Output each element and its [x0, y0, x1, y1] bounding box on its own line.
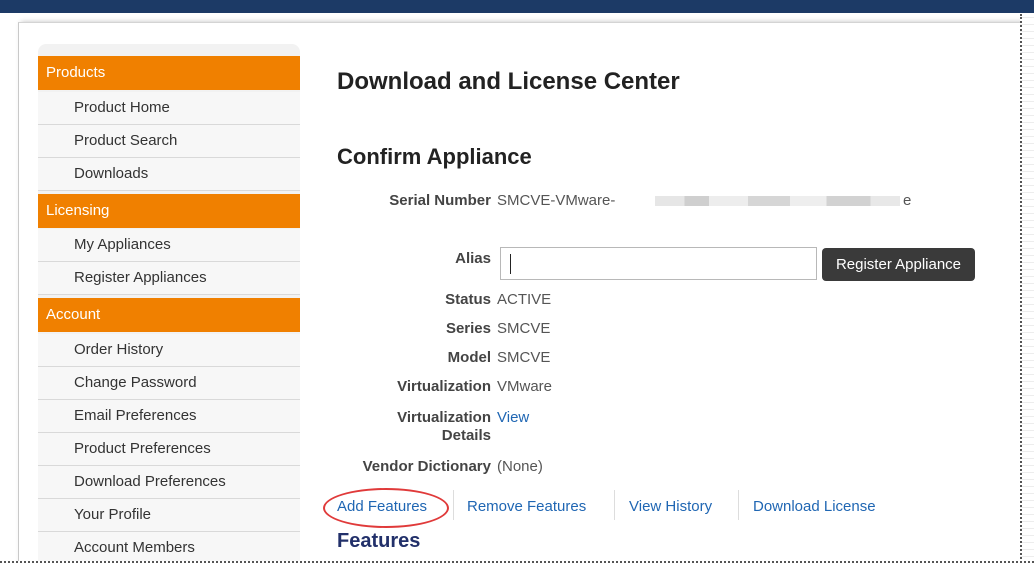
- register-appliance-button[interactable]: Register Appliance: [822, 248, 975, 281]
- view-history-link[interactable]: View History: [629, 498, 712, 515]
- highlight-circle: [323, 488, 449, 528]
- sidebar-section-account[interactable]: Account: [38, 298, 300, 332]
- serial-number-tail: e: [903, 192, 912, 209]
- sidebar-item-download-preferences[interactable]: Download Preferences: [38, 466, 300, 499]
- alias-input[interactable]: [500, 247, 817, 280]
- tab-divider: [453, 490, 454, 520]
- vendor-dictionary-label: Vendor Dictionary: [362, 458, 491, 475]
- status-label: Status: [445, 291, 491, 308]
- tab-divider: [614, 490, 615, 520]
- virtualization-details-view-link[interactable]: View: [497, 409, 529, 426]
- sidebar-section-licensing[interactable]: Licensing: [38, 194, 300, 228]
- redacted-serial: [655, 196, 900, 206]
- sidebar-item-product-search[interactable]: Product Search: [38, 125, 300, 158]
- virtualization-value: VMware: [497, 378, 553, 395]
- page-title: Download and License Center: [337, 68, 680, 95]
- sidebar-item-email-preferences[interactable]: Email Preferences: [38, 400, 300, 433]
- text-caret: [510, 254, 511, 274]
- alias-label: Alias: [455, 250, 491, 267]
- download-license-link[interactable]: Download License: [753, 498, 876, 515]
- sidebar-section-products[interactable]: Products: [38, 56, 300, 90]
- top-header-bar: [0, 0, 1034, 13]
- sidebar-item-your-profile[interactable]: Your Profile: [38, 499, 300, 532]
- sidebar-item-product-home[interactable]: Product Home: [38, 92, 300, 125]
- tab-divider: [738, 490, 739, 520]
- model-label: Model: [447, 349, 491, 366]
- sidebar-item-my-appliances[interactable]: My Appliances: [38, 229, 300, 262]
- virtualization-details-label-line2: Details: [441, 427, 491, 444]
- sidebar-item-change-password[interactable]: Change Password: [38, 367, 300, 400]
- vendor-dictionary-value: (None): [497, 458, 543, 475]
- features-heading: Features: [337, 530, 421, 552]
- torn-edge-bottom: [0, 561, 1034, 567]
- virtualization-details-label-line1: Virtualization: [397, 409, 491, 426]
- serial-number-label: Serial Number: [389, 192, 491, 209]
- sidebar-item-product-preferences[interactable]: Product Preferences: [38, 433, 300, 466]
- torn-edge-right: [1020, 14, 1034, 567]
- series-value: SMCVE: [497, 320, 551, 337]
- sidebar-item-order-history[interactable]: Order History: [38, 334, 300, 367]
- status-value: ACTIVE: [497, 291, 552, 308]
- sidebar-item-downloads[interactable]: Downloads: [38, 158, 300, 191]
- series-label: Series: [445, 320, 491, 337]
- serial-number-value: SMCVE-VMware-: [497, 192, 616, 209]
- sidebar-item-register-appliances[interactable]: Register Appliances: [38, 262, 300, 295]
- model-value: SMCVE: [497, 349, 551, 366]
- remove-features-link[interactable]: Remove Features: [467, 498, 586, 515]
- virtualization-label: Virtualization: [397, 378, 491, 395]
- section-title: Confirm Appliance: [337, 144, 532, 169]
